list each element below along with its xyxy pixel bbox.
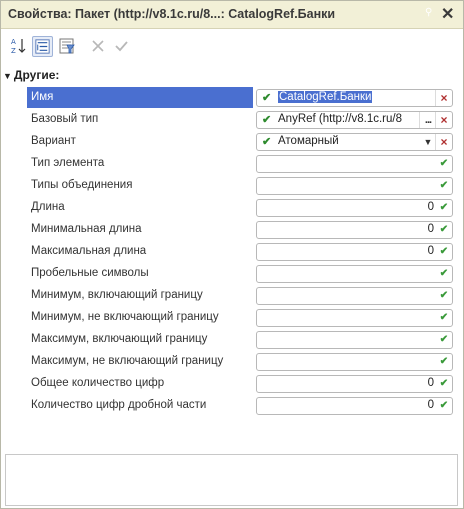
property-row-union-types[interactable]: Типы объединения ✔ bbox=[11, 175, 455, 196]
title-bar: Свойства: Пакет (http://v8.1c.ru/8...: C… bbox=[1, 1, 463, 29]
property-label: Типы объединения bbox=[31, 179, 133, 191]
max-length-field[interactable]: 0 ✔ bbox=[256, 243, 453, 261]
field-value[interactable]: Атомарный bbox=[278, 135, 403, 147]
fraction-digits-field[interactable]: 0 ✔ bbox=[256, 397, 453, 415]
svg-text:Z: Z bbox=[11, 47, 16, 55]
group-header[interactable]: ▼ Другие: bbox=[3, 68, 59, 82]
property-label: Количество цифр дробной части bbox=[31, 399, 207, 411]
union-types-field[interactable]: ✔ bbox=[256, 177, 453, 195]
base-type-field[interactable]: ✔ AnyRef (http://v8.1c.ru/8 ... × bbox=[256, 111, 453, 129]
property-row-variant[interactable]: Вариант ✔ Атомарный ▼ × bbox=[11, 131, 455, 152]
pin-icon[interactable]: ⚲ bbox=[425, 7, 432, 18]
max-exclusive-field[interactable]: ✔ bbox=[256, 353, 453, 371]
property-label: Тип элемента bbox=[31, 157, 105, 169]
check-button[interactable]: ✔ bbox=[436, 200, 452, 216]
property-label: Длина bbox=[31, 201, 65, 213]
property-label: Общее количество цифр bbox=[31, 377, 165, 389]
element-type-field[interactable]: ✔ bbox=[256, 155, 453, 173]
window-title: Свойства: Пакет (http://v8.1c.ru/8...: C… bbox=[8, 7, 336, 21]
property-row-length[interactable]: Длина 0 ✔ bbox=[11, 197, 455, 218]
length-field[interactable]: 0 ✔ bbox=[256, 199, 453, 217]
property-label: Максимальная длина bbox=[31, 245, 147, 257]
check-button[interactable]: ✔ bbox=[436, 376, 452, 392]
total-digits-field[interactable]: 0 ✔ bbox=[256, 375, 453, 393]
check-button[interactable]: ✔ bbox=[436, 178, 452, 194]
property-label: Базовый тип bbox=[31, 113, 99, 125]
property-row-min-length[interactable]: Минимальная длина 0 ✔ bbox=[11, 219, 455, 240]
property-row-min-inclusive[interactable]: Минимум, включающий границу ✔ bbox=[11, 285, 455, 306]
property-row-max-inclusive[interactable]: Максимум, включающий границу ✔ bbox=[11, 329, 455, 350]
property-label: Максимум, не включающий границу bbox=[31, 355, 224, 367]
clear-button[interactable]: × bbox=[435, 112, 452, 128]
field-value[interactable]: CatalogRef.Банки bbox=[278, 91, 373, 103]
description-panel bbox=[5, 454, 458, 506]
property-row-name[interactable]: Имя ✔ CatalogRef.Банки × bbox=[11, 87, 455, 108]
check-button[interactable]: ✔ bbox=[436, 310, 452, 326]
clear-icon[interactable] bbox=[88, 36, 108, 56]
check-icon: ✔ bbox=[262, 136, 272, 148]
field-number[interactable]: 0 bbox=[428, 223, 434, 235]
property-label: Вариант bbox=[31, 135, 76, 147]
min-length-field[interactable]: 0 ✔ bbox=[256, 221, 453, 239]
check-button[interactable]: ✔ bbox=[436, 332, 452, 348]
field-number[interactable]: 0 bbox=[428, 245, 434, 257]
collapse-arrow-icon[interactable]: ▼ bbox=[3, 71, 12, 81]
property-row-total-digits[interactable]: Общее количество цифр 0 ✔ bbox=[11, 373, 455, 394]
sort-alphabetical-icon[interactable]: A Z bbox=[9, 36, 29, 56]
property-row-max-exclusive[interactable]: Максимум, не включающий границу ✔ bbox=[11, 351, 455, 372]
check-button[interactable]: ✔ bbox=[436, 398, 452, 414]
property-label: Пробельные символы bbox=[31, 267, 149, 279]
field-number[interactable]: 0 bbox=[428, 377, 434, 389]
categorize-icon[interactable] bbox=[32, 36, 53, 57]
filter-icon[interactable] bbox=[57, 36, 77, 56]
property-row-element-type[interactable]: Тип элемента ✔ bbox=[11, 153, 455, 174]
min-inclusive-field[interactable]: ✔ bbox=[256, 287, 453, 305]
property-row-max-length[interactable]: Максимальная длина 0 ✔ bbox=[11, 241, 455, 262]
clear-button[interactable]: × bbox=[435, 134, 452, 150]
check-button[interactable]: ✔ bbox=[436, 266, 452, 282]
check-icon: ✔ bbox=[262, 114, 272, 126]
toolbar: A Z bbox=[1, 29, 463, 63]
field-number[interactable]: 0 bbox=[428, 399, 434, 411]
dropdown-button[interactable]: ▼ bbox=[420, 134, 436, 150]
field-value[interactable]: AnyRef (http://v8.1c.ru/8 bbox=[278, 113, 404, 125]
confirm-icon[interactable] bbox=[111, 36, 131, 56]
check-button[interactable]: ✔ bbox=[436, 354, 452, 370]
property-label: Минимальная длина bbox=[31, 223, 142, 235]
check-button[interactable]: ✔ bbox=[436, 288, 452, 304]
svg-text:A: A bbox=[11, 38, 16, 46]
property-label: Имя bbox=[27, 87, 253, 108]
property-row-whitespace[interactable]: Пробельные символы ✔ bbox=[11, 263, 455, 284]
close-icon[interactable]: ✕ bbox=[441, 4, 454, 24]
check-button[interactable]: ✔ bbox=[436, 222, 452, 238]
check-button[interactable]: ✔ bbox=[436, 156, 452, 172]
min-exclusive-field[interactable]: ✔ bbox=[256, 309, 453, 327]
property-row-base-type[interactable]: Базовый тип ✔ AnyRef (http://v8.1c.ru/8 … bbox=[11, 109, 455, 130]
property-label: Минимум, включающий границу bbox=[31, 289, 203, 301]
group-label: Другие: bbox=[13, 68, 60, 82]
check-icon: ✔ bbox=[262, 92, 272, 104]
property-row-fraction-digits[interactable]: Количество цифр дробной части 0 ✔ bbox=[11, 395, 455, 416]
properties-window: Свойства: Пакет (http://v8.1c.ru/8...: C… bbox=[0, 0, 464, 509]
property-label: Минимум, не включающий границу bbox=[31, 311, 219, 323]
select-button[interactable]: ... bbox=[419, 112, 436, 128]
whitespace-field[interactable]: ✔ bbox=[256, 265, 453, 283]
field-number[interactable]: 0 bbox=[428, 201, 434, 213]
max-inclusive-field[interactable]: ✔ bbox=[256, 331, 453, 349]
clear-button[interactable]: × bbox=[435, 90, 452, 106]
name-field[interactable]: ✔ CatalogRef.Банки × bbox=[256, 89, 453, 107]
check-button[interactable]: ✔ bbox=[436, 244, 452, 260]
property-label: Максимум, включающий границу bbox=[31, 333, 208, 345]
property-row-min-exclusive[interactable]: Минимум, не включающий границу ✔ bbox=[11, 307, 455, 328]
variant-select[interactable]: ✔ Атомарный ▼ × bbox=[256, 133, 453, 151]
